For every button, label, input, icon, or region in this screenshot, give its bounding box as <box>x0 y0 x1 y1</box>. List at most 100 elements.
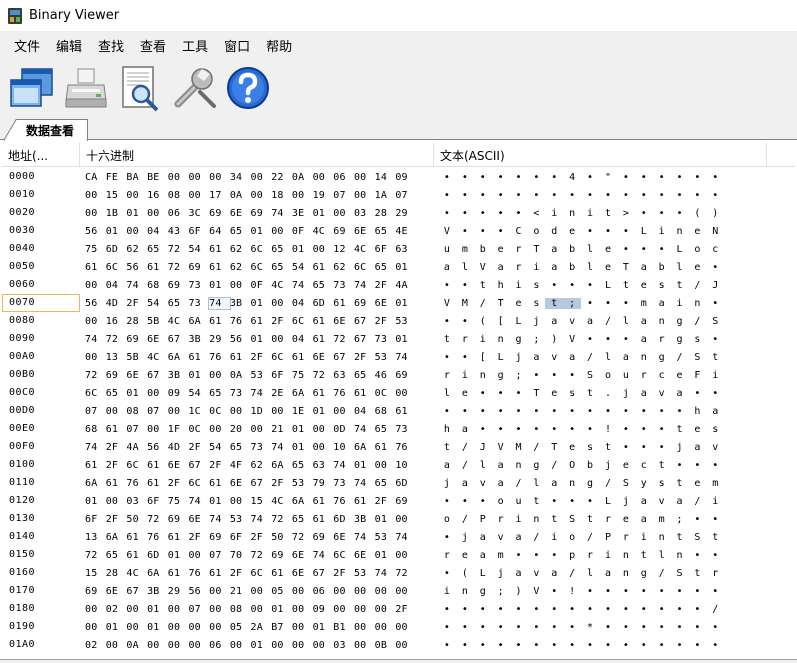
table-row[interactable]: 0090 74 72 69 6E 67 3B 29 56 01 00 04 61 72 67 73 01 t r i n… <box>2 330 795 348</box>
hex-byte[interactable]: 07 <box>188 604 209 615</box>
ascii-char[interactable]: r <box>438 550 456 561</box>
address-cell[interactable]: 00D0 <box>2 402 80 420</box>
hex-byte[interactable]: 04 <box>292 334 313 345</box>
hex-byte[interactable]: 01 <box>147 604 168 615</box>
hex-byte[interactable]: 4C <box>126 568 147 579</box>
ascii-char[interactable]: i <box>510 280 528 291</box>
table-row[interactable]: 0180 00 02 00 01 00 07 00 08 00 01 00 09 00 00 00 2F • • • •… <box>2 600 795 618</box>
hex-byte[interactable]: 69 <box>354 298 375 309</box>
hex-byte[interactable]: 6A <box>271 460 292 471</box>
address-cell[interactable]: 00F0 <box>2 438 80 456</box>
ascii-char[interactable]: • <box>438 532 456 543</box>
ascii-char[interactable]: T <box>492 298 510 309</box>
hex-byte[interactable]: 00 <box>292 586 313 597</box>
ascii-char[interactable]: • <box>438 604 456 615</box>
ascii-char[interactable]: t <box>688 568 706 579</box>
hex-byte[interactable]: 61 <box>251 316 272 327</box>
ascii-char[interactable]: r <box>706 568 724 579</box>
ascii-char[interactable]: • <box>706 514 724 525</box>
ascii-char[interactable]: e <box>599 244 617 255</box>
hex-byte[interactable]: 72 <box>85 550 106 561</box>
hex-byte[interactable]: 74 <box>333 460 354 471</box>
ascii-char[interactable]: o <box>438 514 456 525</box>
ascii-char[interactable]: h <box>438 424 456 435</box>
hex-byte[interactable]: 61 <box>168 568 189 579</box>
hex-byte[interactable]: 72 <box>395 568 416 579</box>
ascii-char[interactable]: • <box>706 640 724 651</box>
ascii-char[interactable]: a <box>456 478 474 489</box>
ascii-char[interactable]: • <box>599 586 617 597</box>
ascii-char[interactable]: n <box>474 370 492 381</box>
hex-byte[interactable]: 74 <box>251 388 272 399</box>
hex-byte[interactable]: 1B <box>106 208 127 219</box>
hex-byte[interactable]: 61 <box>313 388 334 399</box>
hex-byte[interactable]: 00 <box>85 604 106 615</box>
ascii-char[interactable]: • <box>474 226 492 237</box>
table-row[interactable]: 0150 72 65 61 6D 01 00 07 70 72 69 6E 74 6C 6E 01 00 r e a m… <box>2 546 795 564</box>
table-row[interactable]: 0070 56 4D 2F 54 65 73 74 3B 01 00 04 6D 61 69 6E 01 V M / T… <box>2 294 795 312</box>
table-row[interactable]: 00B0 72 69 6E 67 3B 01 00 0A 53 6F 75 72 63 65 46 69 r i n g… <box>2 366 795 384</box>
hex-byte[interactable]: 00 <box>395 388 416 399</box>
hex-byte[interactable]: 75 <box>168 496 189 507</box>
hex-byte[interactable]: 00 <box>333 208 354 219</box>
ascii-char[interactable]: • <box>706 460 724 471</box>
hex-byte[interactable]: 43 <box>168 226 189 237</box>
hex-byte[interactable]: 6A <box>168 352 189 363</box>
ascii-char[interactable]: m <box>706 478 724 489</box>
ascii-char[interactable]: • <box>510 622 528 633</box>
hex-byte[interactable]: 00 <box>375 622 396 633</box>
hex-byte[interactable]: 2A <box>251 622 272 633</box>
ascii-char[interactable]: • <box>474 424 492 435</box>
address-cell[interactable]: 0030 <box>2 222 80 240</box>
table-row[interactable]: 0170 69 6E 67 3B 29 56 00 21 00 05 00 06 00 00 00 00 i n g;… <box>2 582 795 600</box>
ascii-char[interactable]: L <box>635 226 653 237</box>
ascii-char[interactable]: t <box>599 208 617 219</box>
hex-byte[interactable]: 65 <box>292 460 313 471</box>
hex-byte[interactable]: 00 <box>126 190 147 201</box>
ascii-char[interactable]: ; <box>510 370 528 381</box>
hex-byte[interactable]: 01 <box>209 280 230 291</box>
hex-byte[interactable]: 6A <box>85 478 106 489</box>
hex-byte[interactable]: 62 <box>126 244 147 255</box>
ascii-char[interactable]: [ <box>492 316 510 327</box>
ascii-char[interactable]: • <box>545 280 563 291</box>
hex-byte[interactable]: 54 <box>188 388 209 399</box>
ascii-char[interactable]: i <box>438 586 456 597</box>
hex-byte[interactable]: 6A <box>147 568 168 579</box>
ascii-char[interactable]: j <box>510 352 528 363</box>
ascii-char[interactable]: h <box>688 406 706 417</box>
hex-byte[interactable]: 65 <box>147 244 168 255</box>
ascii-char[interactable]: ! <box>563 586 581 597</box>
ascii-char[interactable]: • <box>599 406 617 417</box>
ascii-char[interactable]: • <box>581 406 599 417</box>
ascii-char[interactable]: • <box>474 496 492 507</box>
address-cell[interactable]: 0170 <box>2 582 80 600</box>
ascii-char[interactable]: / <box>545 460 563 471</box>
hex-byte[interactable]: 00 <box>168 172 189 183</box>
ascii-char[interactable]: • <box>492 226 510 237</box>
hex-byte[interactable]: 5B <box>126 352 147 363</box>
ascii-char[interactable]: l <box>599 352 617 363</box>
ascii-char[interactable]: a <box>635 388 653 399</box>
hex-byte[interactable]: 68 <box>85 424 106 435</box>
hex-byte[interactable]: 72 <box>292 532 313 543</box>
ascii-char[interactable]: a <box>527 352 545 363</box>
hex-byte[interactable]: 04 <box>292 298 313 309</box>
hex-byte[interactable]: 54 <box>188 244 209 255</box>
ascii-char[interactable]: / <box>688 496 706 507</box>
hex-byte[interactable]: 09 <box>395 172 416 183</box>
ascii-char[interactable]: u <box>510 496 528 507</box>
ascii-char[interactable]: n <box>671 226 689 237</box>
ascii-char[interactable]: v <box>492 532 510 543</box>
ascii-char[interactable]: i <box>599 550 617 561</box>
ascii-char[interactable]: • <box>527 424 545 435</box>
ascii-char[interactable]: ; <box>527 334 545 345</box>
ascii-char[interactable]: i <box>671 298 689 309</box>
hex-byte[interactable]: 1D <box>251 406 272 417</box>
hex-byte[interactable]: 00 <box>168 406 189 417</box>
ascii-char[interactable]: • <box>456 406 474 417</box>
hex-byte[interactable]: 00 <box>209 172 230 183</box>
address-cell[interactable]: 0150 <box>2 546 80 564</box>
ascii-char[interactable]: / <box>688 316 706 327</box>
ascii-char[interactable]: M <box>510 442 528 453</box>
